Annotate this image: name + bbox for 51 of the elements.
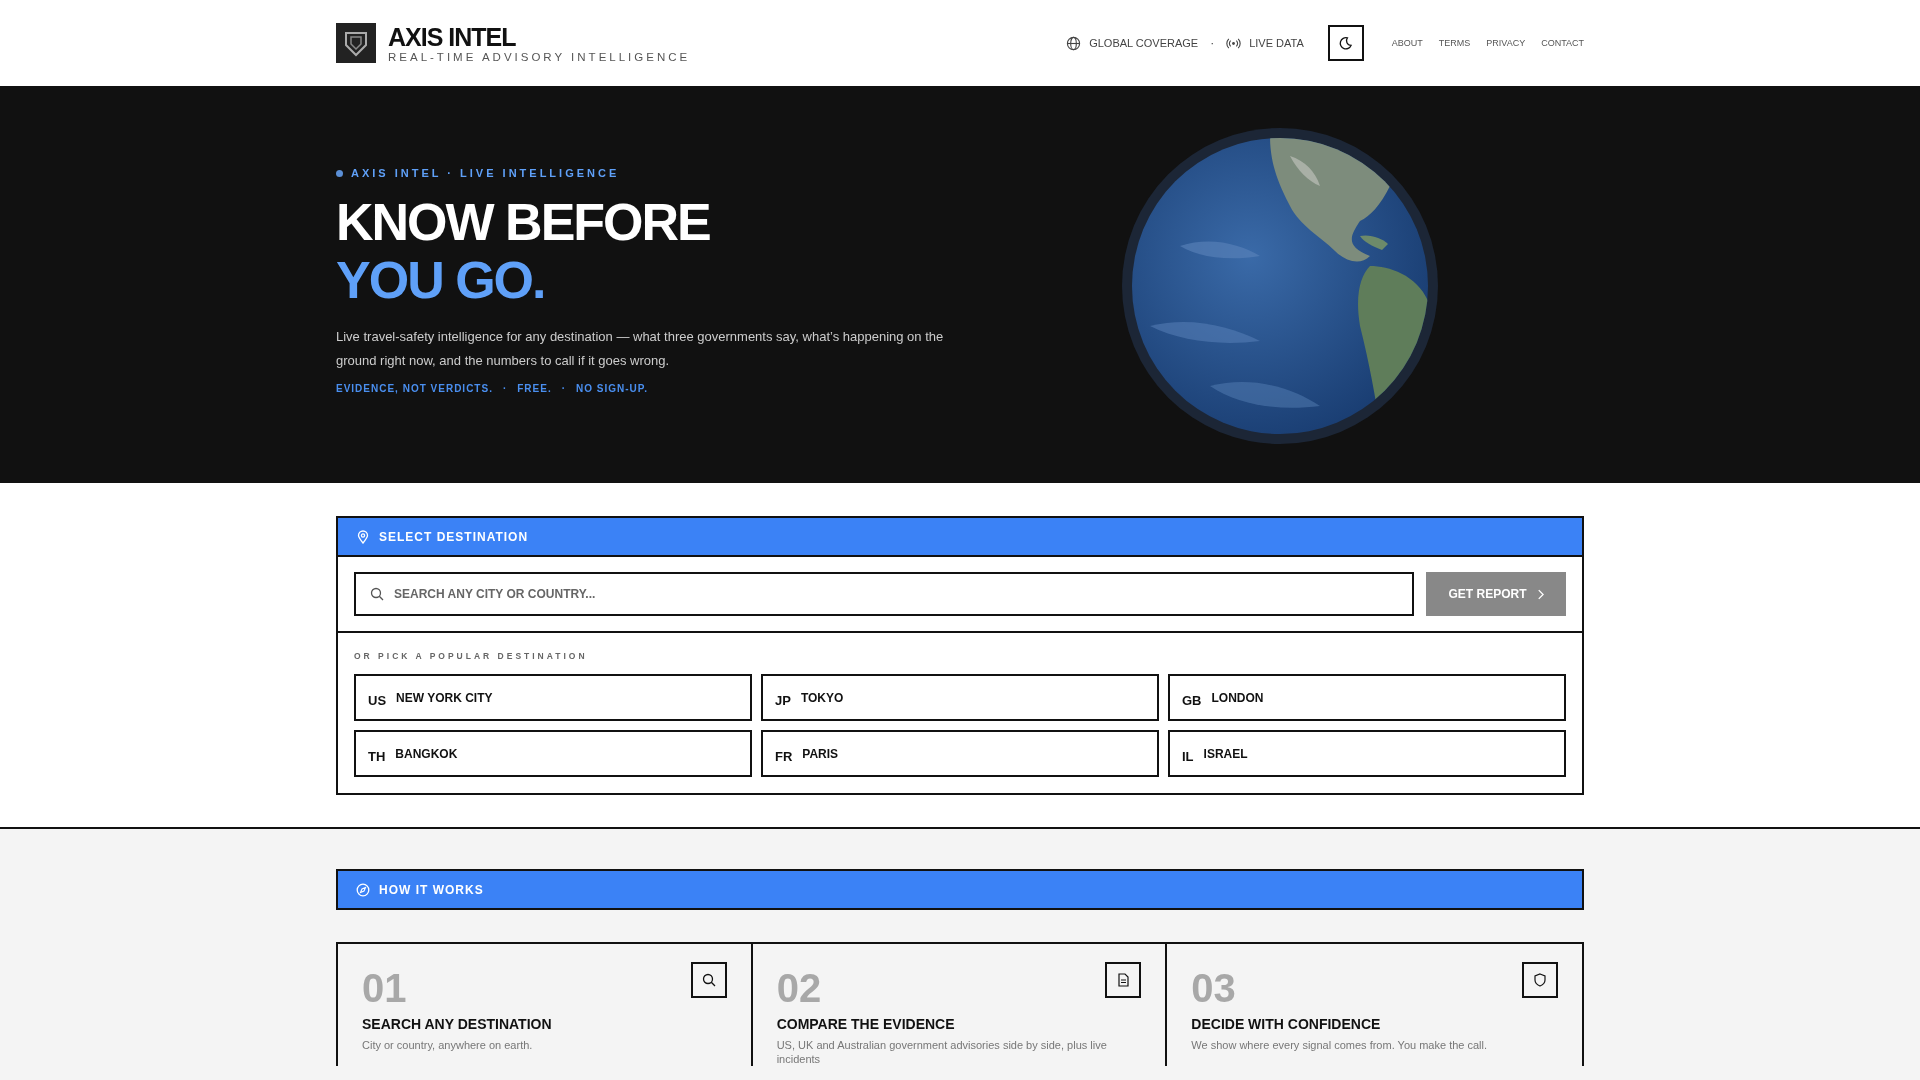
search-field[interactable]: SEARCH ANY CITY OR COUNTRY... — [354, 572, 1414, 616]
status-label: LIVE DATA — [1249, 37, 1304, 49]
hero-tagline: · — [561, 383, 567, 394]
theme-toggle-button[interactable] — [1327, 25, 1364, 61]
status-dot — [336, 169, 343, 177]
step-title: COMPARE THE EVIDENCE — [776, 1016, 956, 1032]
globe-icon — [1066, 35, 1082, 51]
step-description: City or country, anywhere on earth. — [362, 1038, 534, 1052]
destination-button[interactable]: TH BANGKOK — [354, 730, 752, 777]
search-icon — [701, 973, 716, 987]
chevron-right-icon — [1536, 588, 1544, 600]
broadcast-icon — [1226, 35, 1242, 51]
nav-link[interactable]: PRIVACY — [1486, 38, 1526, 48]
separator-dot: · — [1210, 36, 1215, 50]
shield-icon — [1533, 973, 1547, 987]
get-report-button[interactable]: GET REPORT — [1426, 572, 1566, 616]
moon-icon — [1338, 35, 1354, 51]
destination-button[interactable]: FR PARIS — [761, 730, 1159, 777]
logo-subtitle: REAL-TIME ADVISORY INTELLIGENCE — [388, 51, 691, 63]
nav-link[interactable]: ABOUT — [1391, 38, 1423, 48]
logo-title: AXIS INTEL — [388, 23, 517, 51]
hero-tagline: FREE. — [517, 383, 552, 394]
popular-label: OR PICK A POPULAR DESTINATION — [354, 651, 589, 661]
status-label: GLOBAL COVERAGE — [1089, 37, 1199, 49]
hero-eyebrow: AXIS INTEL · LIVE INTELLIGENCE — [351, 167, 620, 179]
step-number: 02 — [776, 966, 822, 1010]
hero-tagline: · — [502, 383, 508, 394]
nav-link[interactable]: TERMS — [1438, 38, 1471, 48]
hero-tagline: EVIDENCE, NOT VERDICTS. — [336, 383, 493, 394]
step-number: 03 — [1191, 966, 1236, 1010]
destination-button[interactable]: IL ISRAEL — [1168, 730, 1566, 777]
shield-logo-icon — [336, 23, 376, 63]
search-icon — [370, 587, 384, 601]
compass-icon — [356, 882, 370, 897]
location-pin-icon — [356, 529, 370, 544]
step-description: We show where every signal comes from. You make the call. — [1191, 1038, 1489, 1052]
destination-button[interactable]: US NEW YORK CITY — [354, 674, 752, 721]
section-title: SELECT DESTINATION — [379, 529, 529, 544]
hero-title-accent: YOU GO. — [336, 251, 546, 309]
section-title: HOW IT WORKS — [379, 882, 484, 897]
hero-tagline: NO SIGN-UP. — [576, 383, 648, 394]
document-icon — [1116, 973, 1131, 987]
step-number: 01 — [362, 966, 407, 1010]
destination-button[interactable]: JP TOKYO — [761, 674, 1159, 721]
step-title: DECIDE WITH CONFIDENCE — [1191, 1016, 1382, 1032]
step-description: US, UK and Australian government advisories side by side, plus live incidents — [776, 1038, 1108, 1066]
hero-description: Live travel-safety intelligence for any destination — what three governments say, what’s happening on the ground right now, and the numbers to call if it goes wrong. — [336, 328, 945, 370]
destination-button[interactable]: GB LONDON — [1168, 674, 1566, 721]
nav-link[interactable]: CONTACT — [1541, 38, 1584, 48]
step-title: SEARCH ANY DESTINATION — [362, 1016, 553, 1032]
hero-title: KNOW BEFORE — [336, 193, 711, 251]
